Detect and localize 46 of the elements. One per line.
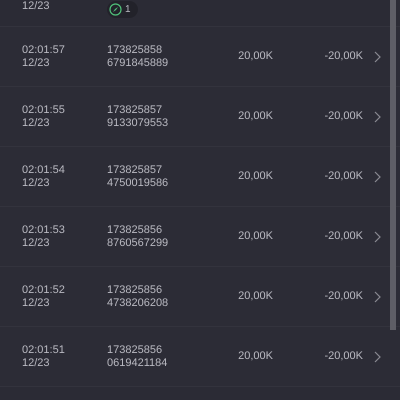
change-text: -20,00K (324, 110, 363, 122)
amount-text: 20,00K (238, 50, 273, 62)
id-text: 4738206208 (107, 296, 170, 310)
id-text: 8760567299 (107, 236, 170, 250)
time-text: 02:01:52 (22, 284, 66, 296)
chevron-right-icon (374, 110, 381, 122)
chevron-right-icon (374, 170, 381, 182)
id-text: 173825856 (107, 284, 164, 296)
change-text: -20,00K (324, 170, 363, 182)
compass-icon (109, 3, 122, 16)
count-badge: 1 (107, 1, 138, 18)
date-text: 12/23 (22, 176, 51, 190)
amount-text: 20,00K (238, 110, 273, 122)
id-text: 173825857 (107, 104, 164, 116)
scrollbar-thumb[interactable] (390, 0, 396, 330)
chevron-right-icon (374, 290, 381, 302)
id-text: 173825856 (107, 224, 164, 236)
chevron-right-icon (374, 350, 381, 362)
time-text: 02:01:57 (22, 44, 66, 56)
change-text: -20,00K (324, 350, 363, 362)
amount-text: 20,00K (238, 230, 273, 242)
amount-text: 20,00K (238, 170, 273, 182)
id-text: 6791845889 (107, 56, 170, 70)
time-text: 02:01:51 (22, 344, 66, 356)
time-text: 02:01:54 (22, 164, 66, 176)
id-text: 173825856 (107, 344, 164, 356)
date-text: 12/23 (22, 56, 51, 70)
change-text: -20,00K (324, 50, 363, 62)
amount-text: 20,00K (238, 290, 273, 302)
amount-text: 20,00K (238, 350, 273, 362)
date-text: 12/23 (22, 0, 51, 13)
id-text: 9133079553 (107, 116, 170, 130)
change-text: -20,00K (324, 230, 363, 242)
id-text: 0619421184 (107, 356, 168, 370)
id-text: 4750019586 (107, 176, 170, 190)
date-text: 12/23 (22, 116, 51, 130)
time-text: 02:01:55 (22, 104, 66, 116)
time-text: 02:01:53 (22, 224, 66, 236)
date-text: 12/23 (22, 296, 51, 310)
id-text: 173825857 (107, 164, 164, 176)
id-text: 173825858 (107, 44, 164, 56)
chevron-right-icon (374, 230, 381, 242)
change-text: -20,00K (324, 290, 363, 302)
date-text: 12/23 (22, 356, 51, 370)
chevron-right-icon (374, 50, 381, 62)
date-text: 12/23 (22, 236, 51, 250)
